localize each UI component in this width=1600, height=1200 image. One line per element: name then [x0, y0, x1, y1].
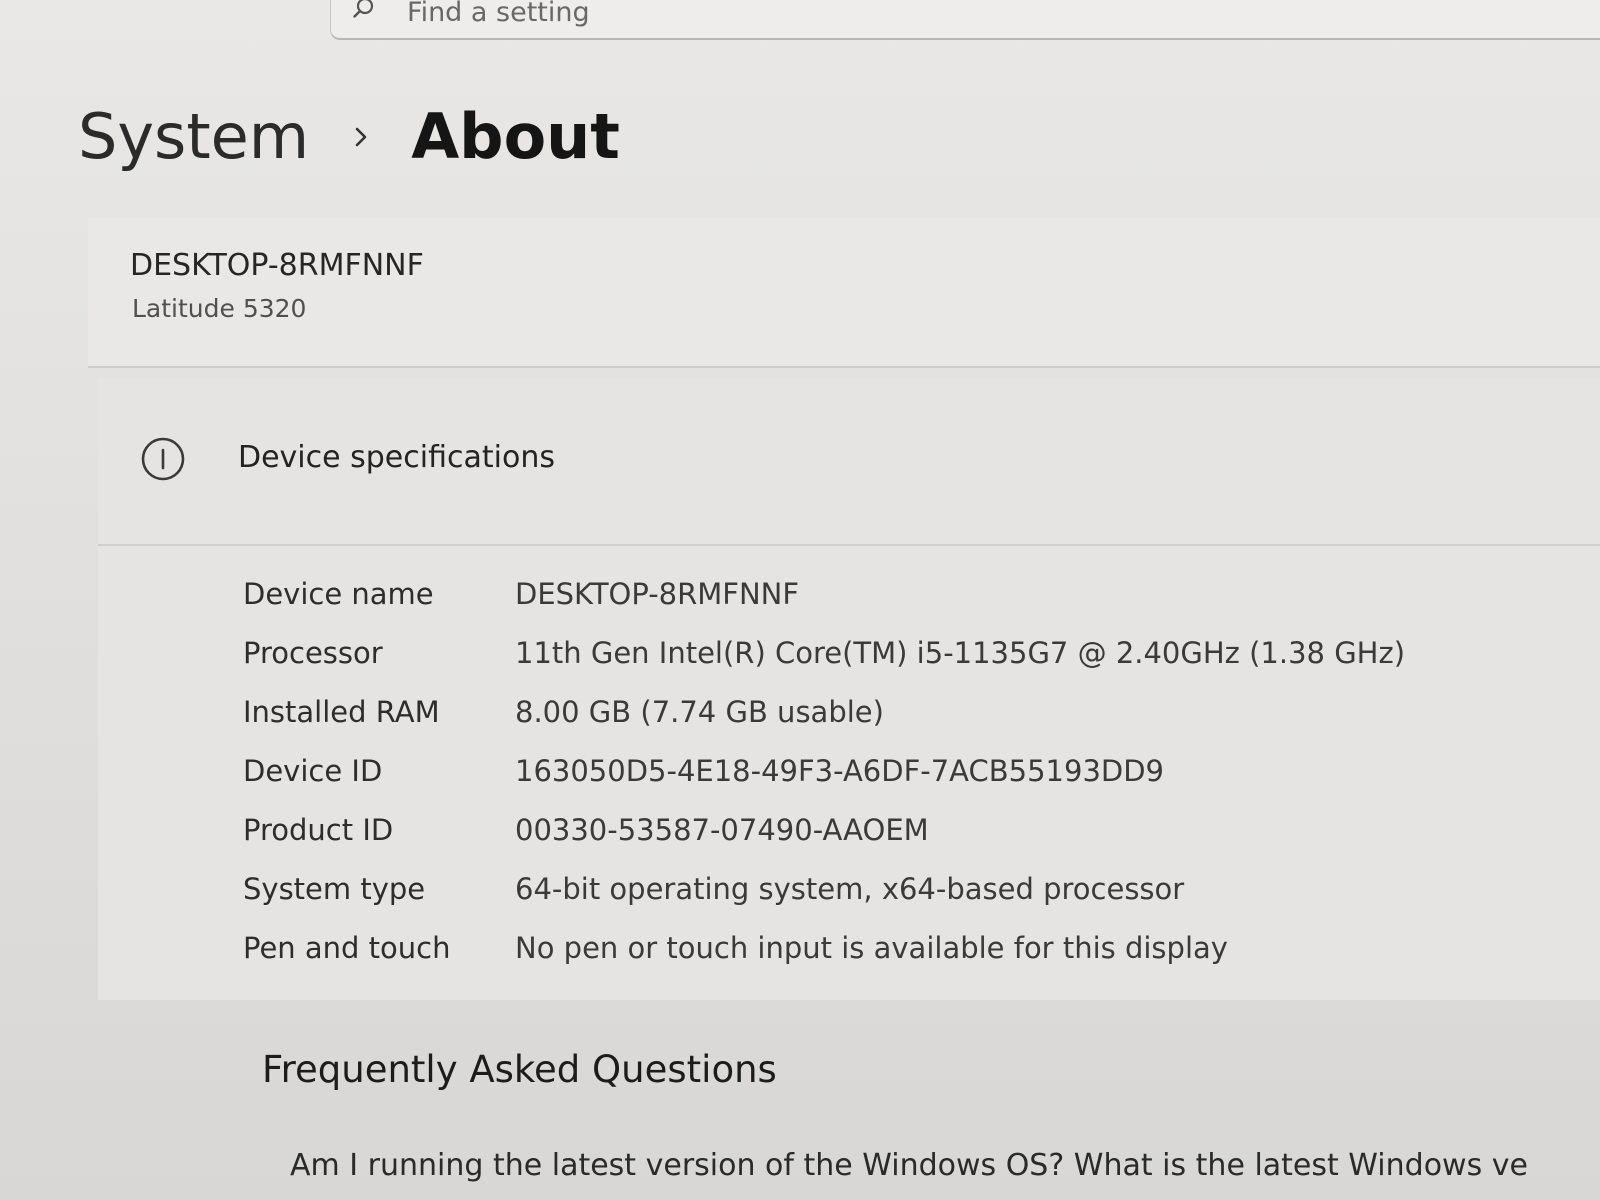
- specs-table: Device name DESKTOP-8RMFNNF Processor 11…: [243, 564, 1543, 977]
- search-icon: [353, 0, 374, 18]
- device-specifications-card: Device specifications Device name DESKTO…: [98, 378, 1600, 1000]
- device-header: DESKTOP-8RMFNNF Latitude 5320: [88, 218, 1600, 368]
- spec-value: 163050D5-4E18-49F3-A6DF-7ACB55193DD9: [515, 753, 1165, 788]
- faq-question-link[interactable]: Am I running the latest version of the W…: [290, 1148, 1528, 1183]
- spec-value: 64-bit operating system, x64-based proce…: [515, 871, 1185, 906]
- search-input[interactable]: Find a setting: [407, 0, 590, 29]
- spec-value: 00330-53587-07490-AAOEM: [515, 812, 929, 847]
- device-specifications-header[interactable]: Device specifications: [98, 378, 1600, 546]
- spec-row-pen-and-touch: Pen and touch No pen or touch input is a…: [243, 918, 1543, 977]
- spec-row-device-name: Device name DESKTOP-8RMFNNF: [243, 564, 1543, 623]
- spec-value: No pen or touch input is available for t…: [515, 930, 1228, 965]
- spec-row-device-id: Device ID 163050D5-4E18-49F3-A6DF-7ACB55…: [243, 741, 1543, 800]
- spec-value: 8.00 GB (7.74 GB usable): [515, 694, 884, 729]
- spec-row-installed-ram: Installed RAM 8.00 GB (7.74 GB usable): [243, 682, 1543, 741]
- info-icon: [141, 437, 185, 481]
- chevron-right-icon: [355, 127, 367, 147]
- device-name-heading: DESKTOP-8RMFNNF: [130, 248, 424, 283]
- settings-window: Find a setting System About DESKTOP-8RMF…: [0, 0, 1600, 1200]
- spec-label: Installed RAM: [243, 694, 440, 729]
- device-model: Latitude 5320: [132, 294, 307, 323]
- spec-value: DESKTOP-8RMFNNF: [515, 576, 800, 611]
- spec-label: Product ID: [243, 812, 394, 847]
- spec-row-system-type: System type 64-bit operating system, x64…: [243, 859, 1543, 918]
- spec-label: Device ID: [243, 753, 383, 788]
- spec-row-product-id: Product ID 00330-53587-07490-AAOEM: [243, 800, 1543, 859]
- page-title: About: [411, 100, 620, 173]
- breadcrumb: System About: [78, 92, 620, 182]
- spec-row-processor: Processor 11th Gen Intel(R) Core(TM) i5-…: [243, 623, 1543, 682]
- search-box[interactable]: Find a setting: [330, 0, 1600, 40]
- faq-section: Frequently Asked Questions Am I running …: [0, 1008, 1600, 1200]
- spec-label: Processor: [243, 635, 383, 670]
- spec-label: System type: [243, 871, 426, 906]
- device-specifications-title: Device specifications: [238, 440, 555, 475]
- spec-value: 11th Gen Intel(R) Core(TM) i5-1135G7 @ 2…: [515, 635, 1406, 670]
- spec-label: Pen and touch: [243, 930, 451, 965]
- breadcrumb-system[interactable]: System: [78, 97, 309, 177]
- spec-label: Device name: [243, 576, 434, 611]
- faq-title: Frequently Asked Questions: [262, 1048, 777, 1091]
